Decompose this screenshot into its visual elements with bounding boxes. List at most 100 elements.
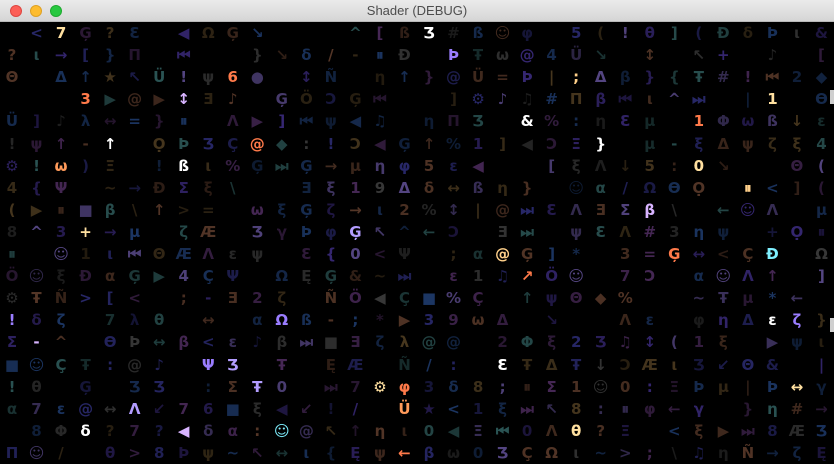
shader-glyph: ← bbox=[398, 443, 411, 462]
shader-glyph: Θ bbox=[569, 289, 583, 308]
shader-glyph: ↙ bbox=[152, 399, 166, 418]
shader-glyph: Ŧ bbox=[252, 377, 263, 396]
shader-glyph: % bbox=[225, 156, 241, 175]
shader-glyph: Ŧ bbox=[31, 289, 42, 308]
shader-glyph: ♫ bbox=[618, 333, 632, 352]
shader-glyph: ☺ bbox=[28, 267, 45, 286]
shader-glyph: Θ bbox=[790, 156, 804, 175]
shader-glyph: Δ bbox=[398, 178, 411, 197]
shader-glyph: 5 bbox=[570, 24, 582, 42]
shader-glyph: Ξ bbox=[620, 421, 630, 440]
shader-glyph: ◀ bbox=[177, 24, 190, 42]
shader-glyph: ] bbox=[793, 178, 801, 197]
shader-glyph: ♪ bbox=[56, 112, 66, 131]
shader-glyph: 0 bbox=[693, 156, 705, 175]
shader-glyph: ] bbox=[548, 245, 556, 263]
shader-glyph: Ü bbox=[570, 46, 583, 65]
shader-glyph: Ʒ bbox=[693, 355, 705, 374]
shader-glyph: θ bbox=[571, 421, 582, 440]
shader-glyph: 1 bbox=[80, 245, 91, 263]
shader-glyph: & bbox=[520, 112, 534, 131]
shader-glyph: Φ bbox=[716, 112, 730, 131]
shader-glyph: ψ bbox=[717, 222, 730, 241]
shader-glyph: ι bbox=[646, 90, 653, 109]
shader-glyph: ] bbox=[499, 134, 506, 153]
shader-glyph: Π bbox=[447, 112, 460, 131]
shader-glyph: Ç bbox=[472, 289, 484, 308]
shader-glyph: ■ bbox=[78, 200, 93, 219]
shader-glyph: / bbox=[328, 46, 334, 65]
shader-glyph: ☺ bbox=[568, 178, 584, 197]
shader-glyph: Ɔ bbox=[546, 134, 558, 153]
shader-glyph: ß bbox=[178, 156, 190, 175]
shader-glyph: Ŧ bbox=[693, 68, 704, 87]
shader-glyph: γ bbox=[816, 377, 827, 396]
shader-glyph: ⏸ bbox=[621, 399, 629, 418]
shader-glyph: ψ bbox=[570, 222, 583, 241]
shader-glyph: β bbox=[644, 200, 656, 219]
shader-glyph: Ģ bbox=[349, 90, 362, 109]
shader-glyph: Ģ bbox=[398, 134, 411, 153]
shader-glyph: → bbox=[103, 222, 117, 241]
scroll-edge-bottom bbox=[830, 318, 834, 332]
title-bar[interactable]: Shader (DEBUG) bbox=[0, 0, 834, 22]
shader-glyph: # bbox=[790, 399, 804, 418]
shader-glyph: } bbox=[521, 178, 533, 197]
shader-glyph: γ bbox=[693, 399, 704, 418]
shader-glyph: Ʌ bbox=[766, 200, 779, 219]
shader-glyph: : bbox=[205, 377, 212, 396]
shader-glyph: = bbox=[201, 200, 215, 219]
shader-glyph: α bbox=[595, 178, 606, 197]
shader-glyph: Λ bbox=[619, 311, 632, 330]
shader-glyph: ↕ bbox=[177, 90, 190, 109]
shader-glyph: ε bbox=[56, 399, 66, 418]
shader-glyph: @ bbox=[495, 200, 511, 219]
shader-glyph: ☺ bbox=[28, 355, 45, 374]
shader-glyph: ω bbox=[446, 443, 461, 462]
shader-glyph: % bbox=[544, 112, 560, 131]
shader-glyph: = bbox=[643, 245, 657, 263]
shader-glyph: | bbox=[745, 90, 751, 109]
shader-glyph: ! bbox=[744, 68, 752, 87]
shader-glyph: Ę bbox=[301, 267, 312, 286]
shader-glyph: 8 bbox=[570, 399, 582, 418]
shader-glyph: Ʌ bbox=[128, 399, 141, 418]
shader-glyph: η bbox=[374, 421, 386, 440]
shader-glyph: Ö bbox=[5, 267, 19, 286]
shader-glyph: ☺ bbox=[494, 24, 511, 42]
shader-glyph: - bbox=[671, 134, 678, 153]
shader-glyph: ; bbox=[646, 443, 653, 462]
shader-glyph: ↑ bbox=[520, 289, 534, 308]
shader-glyph: ↑ bbox=[79, 68, 92, 87]
shader-glyph: ↖ bbox=[128, 68, 141, 87]
shader-glyph: δ bbox=[31, 311, 42, 330]
shader-glyph: ! bbox=[180, 68, 188, 87]
shader-glyph: 8 bbox=[767, 421, 778, 440]
shader-glyph: 2 bbox=[252, 289, 263, 308]
shader-glyph: Ɵ bbox=[103, 333, 117, 352]
shader-glyph: ♫ bbox=[495, 267, 510, 286]
shader-glyph: Ɛ bbox=[546, 200, 557, 219]
shader-glyph: @ bbox=[78, 399, 94, 418]
shader-glyph: λ bbox=[399, 333, 410, 352]
shader-glyph: { bbox=[668, 68, 680, 87]
shader-glyph: Þ bbox=[300, 222, 312, 241]
shader-glyph: | bbox=[475, 200, 481, 219]
shader-glyph: < bbox=[667, 421, 681, 440]
shader-glyph: Σ bbox=[6, 333, 18, 352]
shader-glyph: Ɛ bbox=[301, 245, 312, 263]
shader-glyph: ♫ bbox=[520, 90, 534, 109]
shader-glyph: ▶ bbox=[251, 112, 264, 131]
shader-glyph: β bbox=[595, 90, 607, 109]
shader-glyph: ↖ bbox=[250, 443, 264, 462]
shader-glyph: 8 bbox=[6, 222, 18, 241]
shader-glyph: ↗ bbox=[520, 267, 534, 286]
shader-glyph: α bbox=[6, 399, 18, 418]
shader-glyph: β bbox=[619, 68, 631, 87]
shader-glyph: ß bbox=[472, 178, 484, 197]
shader-glyph: δ bbox=[448, 377, 459, 396]
shader-glyph: ↓ bbox=[618, 156, 632, 175]
shader-glyph: ( bbox=[670, 333, 678, 352]
shader-glyph: 7 bbox=[129, 421, 140, 440]
shader-glyph: Ģ bbox=[324, 267, 338, 286]
